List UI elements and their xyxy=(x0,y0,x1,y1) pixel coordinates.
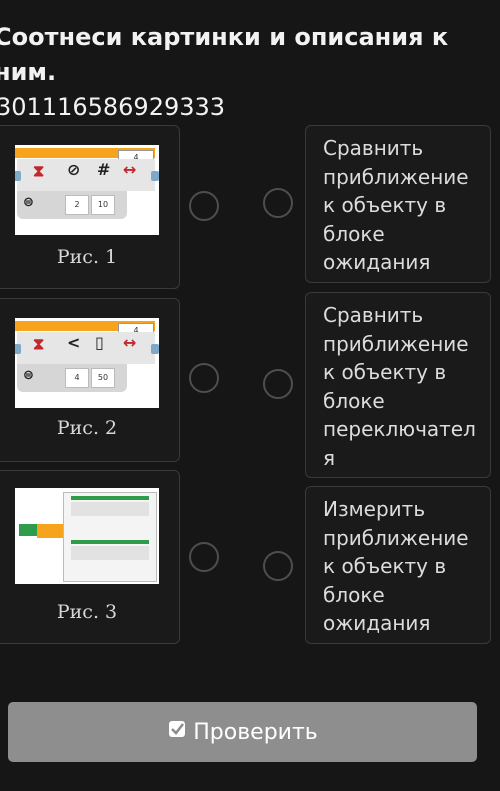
picture-card-3[interactable]: Рис. 3 xyxy=(0,470,180,644)
check-button-label: Проверить xyxy=(193,719,318,745)
mode-icon: ⊜ xyxy=(23,195,34,210)
sensor-icon: ⊘ xyxy=(67,160,81,179)
description-radio-3[interactable] xyxy=(263,551,293,581)
hourglass-icon: ⧗ xyxy=(33,334,45,353)
compare-icon: # xyxy=(97,160,111,179)
description-radio-1[interactable] xyxy=(263,188,293,218)
hourglass-icon: ⧗ xyxy=(33,161,45,180)
picture-caption-2: Рис. 2 xyxy=(56,417,118,439)
description-radio-2[interactable] xyxy=(263,369,293,399)
description-text-1: Сравнить приближение к объекту в блоке о… xyxy=(323,136,469,274)
check-button[interactable]: Проверить xyxy=(8,702,477,762)
question-title: Соотнеси картинки и описания к ним. xyxy=(0,23,449,86)
picture-radio-3[interactable] xyxy=(189,542,219,572)
compare-icon: < xyxy=(67,333,81,352)
picture-radio-1[interactable] xyxy=(189,191,219,221)
description-text-2: Сравнить приближение к объекту в блоке п… xyxy=(323,303,476,470)
picture-radio-2[interactable] xyxy=(189,363,219,393)
picture-card-1[interactable]: 4 ⧗ ⊘ # ↔ ⊜ 2 10 Рис. 1 xyxy=(0,125,180,289)
picture-caption-3: Рис. 3 xyxy=(56,601,118,623)
block-image-1: 4 ⧗ ⊘ # ↔ ⊜ 2 10 xyxy=(15,145,159,235)
checkbox-icon xyxy=(167,719,187,745)
mode-icon: ⊜ xyxy=(23,368,34,383)
picture-caption-1: Рис. 1 xyxy=(56,246,118,268)
description-card-2[interactable]: Сравнить приближение к объекту в блоке п… xyxy=(305,292,491,478)
description-card-3[interactable]: Измерить приближение к объекту в блоке о… xyxy=(305,486,491,644)
range-icon: ↔ xyxy=(123,160,137,179)
program-image-3 xyxy=(15,488,159,584)
description-card-1[interactable]: Сравнить приближение к объекту в блоке о… xyxy=(305,125,491,283)
picture-card-2[interactable]: 4 ⧗ < ▯ ↔ ⊜ 4 50 Рис. 2 xyxy=(0,298,180,462)
block-image-2: 4 ⧗ < ▯ ↔ ⊜ 4 50 xyxy=(15,318,159,408)
question-id: 301116586929333 xyxy=(0,93,226,121)
sensor-icon: ▯ xyxy=(95,333,104,352)
range-icon: ↔ xyxy=(123,333,137,352)
description-text-3: Измерить приближение к объекту в блоке о… xyxy=(323,497,469,635)
